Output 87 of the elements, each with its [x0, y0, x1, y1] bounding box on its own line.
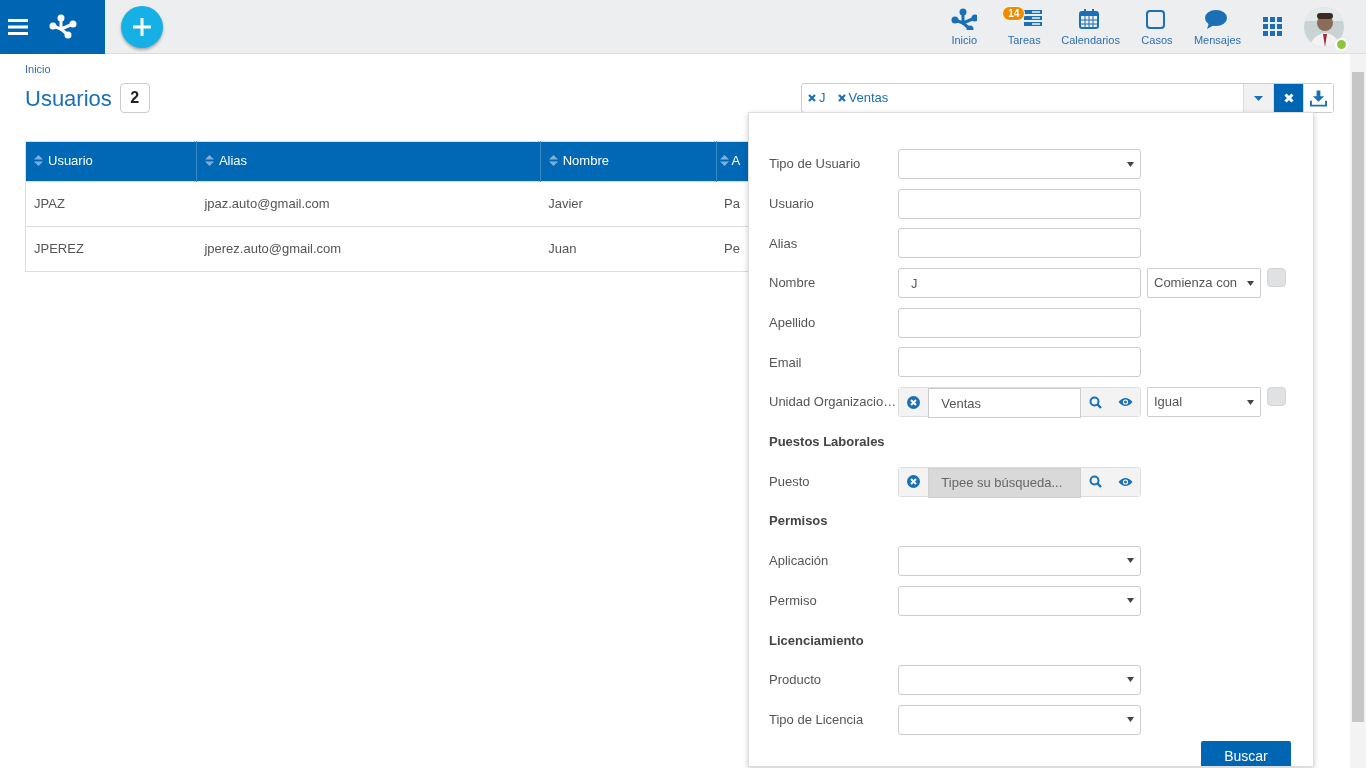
network-icon — [951, 8, 978, 31]
select-field[interactable] — [898, 149, 1141, 179]
search-button[interactable]: Buscar — [1201, 741, 1291, 766]
column-header[interactable]: Alias — [196, 141, 541, 181]
nav-item[interactable]: Casos — [1133, 6, 1180, 47]
apps-button[interactable] — [1263, 17, 1282, 36]
section-heading: Licenciamiento — [769, 631, 864, 650]
clear-button[interactable] — [1273, 84, 1303, 112]
table-cell: Juan — [540, 226, 717, 271]
count-badge: 2 — [119, 83, 150, 113]
input-field[interactable] — [898, 228, 1141, 259]
field-label: Aplicación — [769, 552, 830, 571]
filter-field[interactable]: J Ventas — [801, 83, 1334, 113]
input-field[interactable] — [898, 188, 1141, 219]
select-field[interactable] — [898, 585, 1141, 616]
field-label: Usuario — [769, 194, 815, 213]
table-cell: jpaz.auto@gmail.com — [196, 181, 541, 226]
select-field[interactable] — [898, 545, 1141, 576]
field-label: Producto — [769, 671, 823, 690]
caret-icon — [1127, 558, 1134, 564]
input-field[interactable] — [898, 347, 1141, 378]
select-field[interactable] — [898, 664, 1141, 695]
input-field[interactable] — [898, 307, 1141, 338]
checkbox[interactable] — [1267, 268, 1286, 288]
field-label: Apellido — [769, 314, 817, 332]
page-title: Usuarios — [25, 84, 112, 113]
table-cell: JPAZ — [25, 181, 197, 226]
nav-item[interactable]: Calendarios — [1061, 6, 1120, 47]
caret-icon — [1127, 677, 1134, 683]
table-cell: Javier — [540, 181, 717, 226]
field-label: Alias — [769, 234, 799, 253]
column-header[interactable]: A — [716, 141, 748, 181]
table-cell: JPEREZ — [25, 226, 197, 271]
operator-select[interactable]: Comienza con — [1147, 268, 1261, 299]
remove-icon — [837, 94, 846, 102]
breadcrumb-link[interactable]: Inicio — [25, 63, 51, 75]
clear-icon — [907, 395, 921, 409]
nav-item[interactable]: 14 Tareas — [1001, 6, 1048, 47]
dropdown-toggle[interactable] — [1243, 84, 1273, 112]
caret-icon — [1127, 717, 1134, 723]
caret-icon — [1247, 280, 1254, 286]
nav-item[interactable]: Mensajes — [1193, 6, 1241, 47]
sort-icon — [719, 154, 729, 166]
field-label: Puesto — [769, 472, 811, 491]
close-icon — [1283, 93, 1294, 103]
nav-item[interactable]: Inicio — [941, 6, 988, 47]
menu-icon — [8, 18, 28, 35]
download-button[interactable] — [1303, 84, 1333, 112]
section-heading: Puestos Laborales — [769, 433, 885, 452]
add-button[interactable] — [121, 5, 163, 48]
checkbox[interactable] — [1267, 387, 1286, 407]
search-icon — [1089, 475, 1103, 488]
field-label: Tipo de Licencia — [769, 710, 865, 729]
column-header[interactable]: Nombre — [540, 141, 717, 181]
field-label: Permiso — [769, 591, 818, 610]
field-label: Email — [769, 353, 803, 372]
download-icon — [1310, 89, 1327, 107]
caret-icon — [1254, 95, 1263, 101]
plus-icon — [133, 17, 151, 36]
search-icon — [1089, 395, 1103, 409]
input-field[interactable]: J — [898, 268, 1141, 299]
notification-badge: 14 — [1002, 6, 1026, 22]
clear-icon — [907, 475, 921, 488]
field-label: Nombre — [769, 274, 817, 293]
sort-icon — [204, 154, 214, 166]
eye-icon — [1117, 397, 1133, 408]
section-heading: Permisos — [769, 512, 828, 531]
grid-icon — [1263, 17, 1282, 36]
menu-button[interactable] — [8, 18, 28, 35]
column-header[interactable]: Usuario — [25, 141, 197, 181]
select-field[interactable] — [898, 704, 1141, 735]
field-label: Tipo de Usuario — [769, 155, 862, 174]
logo-icon[interactable] — [49, 13, 77, 40]
caret-icon — [1127, 598, 1134, 604]
sort-icon — [34, 154, 43, 166]
scrollbar[interactable] — [1350, 54, 1366, 768]
eye-icon — [1117, 476, 1133, 487]
caret-icon — [1127, 161, 1134, 167]
sort-icon — [548, 154, 558, 166]
operator-select[interactable]: Igual — [1147, 387, 1261, 418]
filter-tag[interactable]: Ventas — [831, 88, 895, 108]
caret-icon — [1247, 399, 1254, 405]
input-field[interactable]: Ventas — [928, 388, 1082, 419]
table-cell: jperez.auto@gmail.com — [196, 226, 541, 271]
field-label: Unidad Organizacio… — [769, 393, 898, 412]
filter-tag[interactable]: J — [802, 88, 832, 108]
remove-icon — [808, 94, 816, 102]
